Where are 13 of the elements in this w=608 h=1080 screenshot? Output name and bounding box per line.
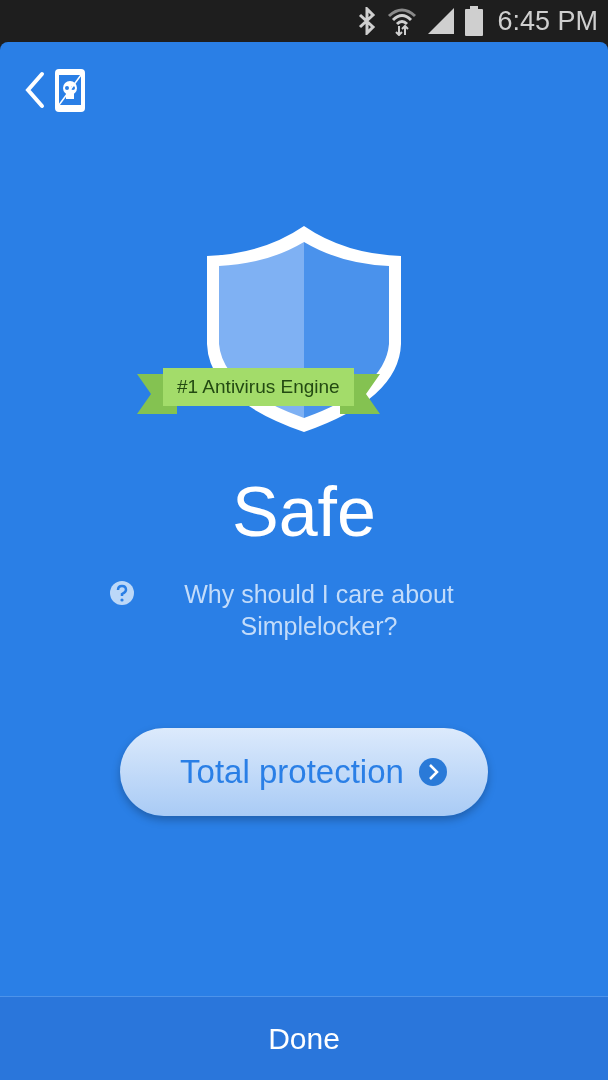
help-icon[interactable] xyxy=(109,580,135,606)
battery-icon xyxy=(465,6,484,36)
bluetooth-icon xyxy=(357,7,378,35)
done-button[interactable]: Done xyxy=(0,996,608,1080)
status-title: Safe xyxy=(232,472,376,552)
total-protection-button[interactable]: Total protection xyxy=(120,728,488,816)
clock-time: 6:45 PM xyxy=(497,5,598,37)
ribbon-end-icon xyxy=(339,372,380,414)
signal-icon xyxy=(427,7,456,35)
chevron-icon xyxy=(417,757,448,787)
help-link[interactable]: Why should I care about Simplelocker? xyxy=(169,578,469,642)
wifi-icon xyxy=(387,6,418,36)
ribbon-banner: #1 Antivirus Engine xyxy=(163,368,354,406)
